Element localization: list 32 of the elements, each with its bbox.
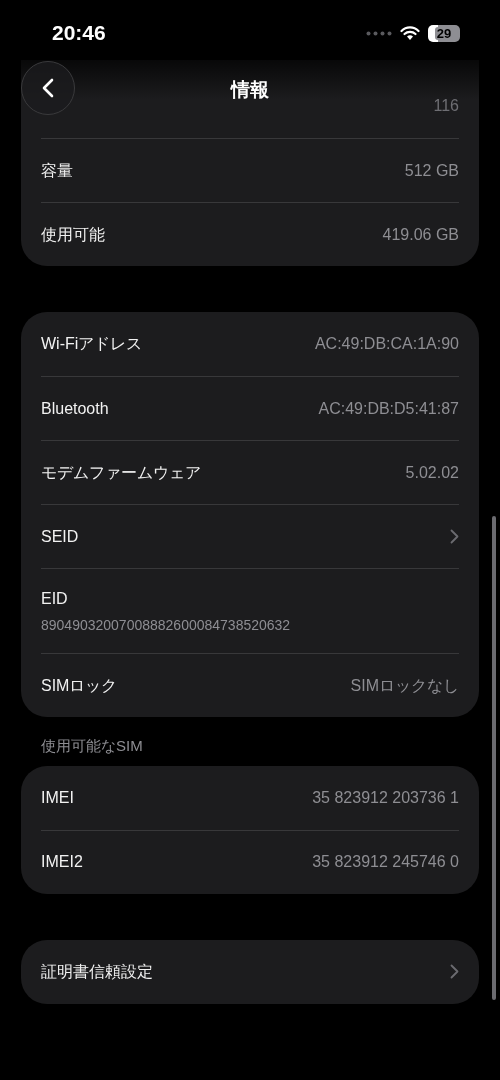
status-time: 20:46 bbox=[52, 20, 106, 47]
row-label: 証明書信頼設定 bbox=[41, 961, 153, 982]
page-title: 情報 bbox=[231, 78, 269, 102]
list-row[interactable]: SEID bbox=[41, 504, 459, 568]
row-value: AC:49:DB:D5:41:87 bbox=[318, 398, 459, 419]
row-label: Bluetooth bbox=[41, 398, 109, 419]
row-value: 89049032007008882600084738520632 bbox=[41, 615, 292, 635]
section-header: 使用可能なSIM bbox=[40, 736, 144, 756]
back-icon bbox=[42, 78, 54, 98]
row-label: 使用可能 bbox=[41, 224, 105, 245]
battery-percent: 29 bbox=[434, 26, 454, 40]
list-row[interactable]: 証明書信頼設定 bbox=[41, 939, 459, 1004]
row-label: SIMロック bbox=[41, 675, 118, 696]
row-label: IMEI bbox=[41, 787, 74, 808]
row-value: 116 bbox=[433, 96, 459, 116]
row-label: EID bbox=[41, 588, 69, 609]
row-value: SIMロックなし bbox=[350, 675, 459, 696]
row-value: 419.06 GB bbox=[382, 224, 459, 245]
wifi-icon bbox=[400, 25, 420, 41]
row-value: 512 GB bbox=[404, 160, 459, 181]
row-value: 35 823912 203736 1 bbox=[312, 787, 459, 808]
row-value: 5.02.02 bbox=[405, 462, 459, 483]
row-label: Wi-Fiアドレス bbox=[41, 334, 143, 354]
row-label: SEID bbox=[41, 526, 79, 547]
signal-icon bbox=[366, 30, 392, 36]
row-label: 容量 bbox=[41, 160, 73, 181]
chevron-right-icon bbox=[450, 964, 459, 979]
row-value: AC:49:DB:CA:1A:90 bbox=[314, 334, 459, 354]
row-label: モデムファームウェア bbox=[41, 462, 201, 483]
row-value: 35 823912 245746 0 bbox=[312, 852, 459, 872]
row-label: IMEI2 bbox=[41, 852, 83, 872]
chevron-right-icon bbox=[450, 529, 459, 544]
